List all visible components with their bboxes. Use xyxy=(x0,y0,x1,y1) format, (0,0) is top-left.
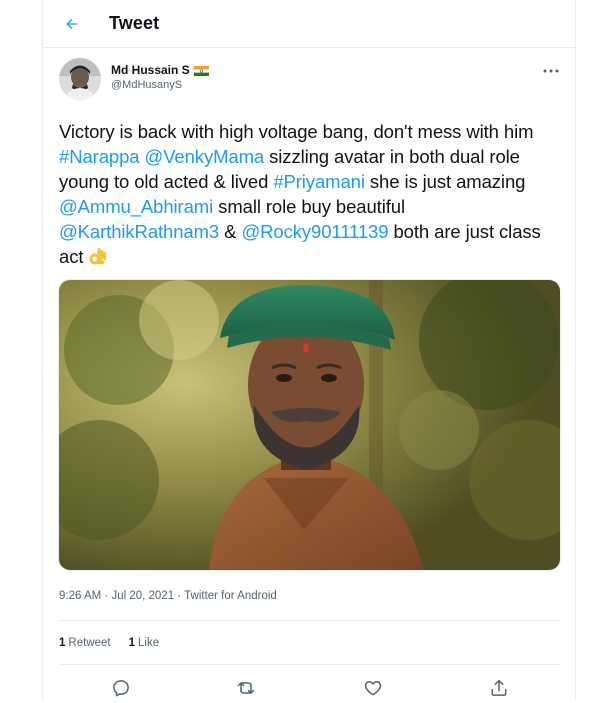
arrow-left-icon xyxy=(66,18,78,29)
more-icon xyxy=(543,69,559,73)
avatar-image xyxy=(59,58,101,100)
reply-button[interactable] xyxy=(111,678,131,698)
share-icon xyxy=(491,679,507,696)
mention-link[interactable]: @KarthikRathnam3 xyxy=(59,221,219,242)
hashtag-link[interactable]: #Priyamani xyxy=(273,171,365,192)
page-header: Tweet xyxy=(43,0,575,48)
avatar[interactable] xyxy=(59,58,101,100)
tweet-source[interactable]: Twitter for Android xyxy=(184,590,277,602)
tweet-meta: 9:26 AM · Jul 20, 2021 · Twitter for And… xyxy=(59,590,277,602)
back-button[interactable] xyxy=(55,7,89,41)
tweet-text-segment: small role buy beautiful xyxy=(213,196,405,217)
retweets-count: 1 xyxy=(59,637,66,649)
tweet-actions xyxy=(43,676,575,700)
ok-hand-emoji xyxy=(88,246,108,266)
meta-separator: · xyxy=(101,590,112,602)
page-title: Tweet xyxy=(109,13,160,33)
author-names: Md Hussain S @MdHusanyS xyxy=(111,63,209,91)
tweet-stats: 1 Retweet 1 Like xyxy=(59,637,159,649)
like-icon xyxy=(364,681,382,696)
likes-stat[interactable]: 1 Like xyxy=(129,637,160,649)
more-options-button[interactable] xyxy=(541,64,561,78)
like-button[interactable] xyxy=(363,678,383,698)
likes-label: Like xyxy=(138,637,160,649)
tweet-date[interactable]: Jul 20, 2021 xyxy=(111,590,174,602)
mention-link[interactable]: @Rocky90111139 xyxy=(241,221,388,242)
divider xyxy=(59,620,559,621)
display-name-text: Md Hussain S xyxy=(111,63,190,77)
india-flag-icon xyxy=(193,65,209,76)
retweets-stat[interactable]: 1 Retweet xyxy=(59,637,111,649)
retweets-label: Retweet xyxy=(68,637,111,649)
author-row: Md Hussain S @MdHusanyS xyxy=(43,48,575,110)
display-name[interactable]: Md Hussain S xyxy=(111,63,209,77)
photo-image xyxy=(59,280,560,570)
tweet-photo[interactable] xyxy=(58,279,561,571)
tweet-text-segment: & xyxy=(219,221,242,242)
user-handle[interactable]: @MdHusanyS xyxy=(111,79,209,91)
likes-count: 1 xyxy=(128,637,135,649)
tweet-time[interactable]: 9:26 AM xyxy=(59,590,101,602)
tweet-text-segment: she is just amazing xyxy=(364,171,526,192)
mention-link[interactable]: @VenkyMama xyxy=(145,146,265,167)
divider xyxy=(59,664,559,665)
tweet-text: Victory is back with high voltage bang, … xyxy=(59,119,564,269)
tweet-text-segment: Victory is back with high voltage bang, … xyxy=(59,121,534,142)
tweet-detail-column: Tweet Md Hussain S @MdHusanyS Victory is… xyxy=(42,0,576,700)
share-button[interactable] xyxy=(489,678,509,698)
retweet-icon xyxy=(237,682,255,694)
reply-icon xyxy=(113,680,129,697)
retweet-button[interactable] xyxy=(236,678,256,698)
mention-link[interactable]: @Ammu_Abhirami xyxy=(59,196,213,217)
hashtag-link[interactable]: #Narappa xyxy=(59,146,140,167)
meta-separator: · xyxy=(174,590,185,602)
